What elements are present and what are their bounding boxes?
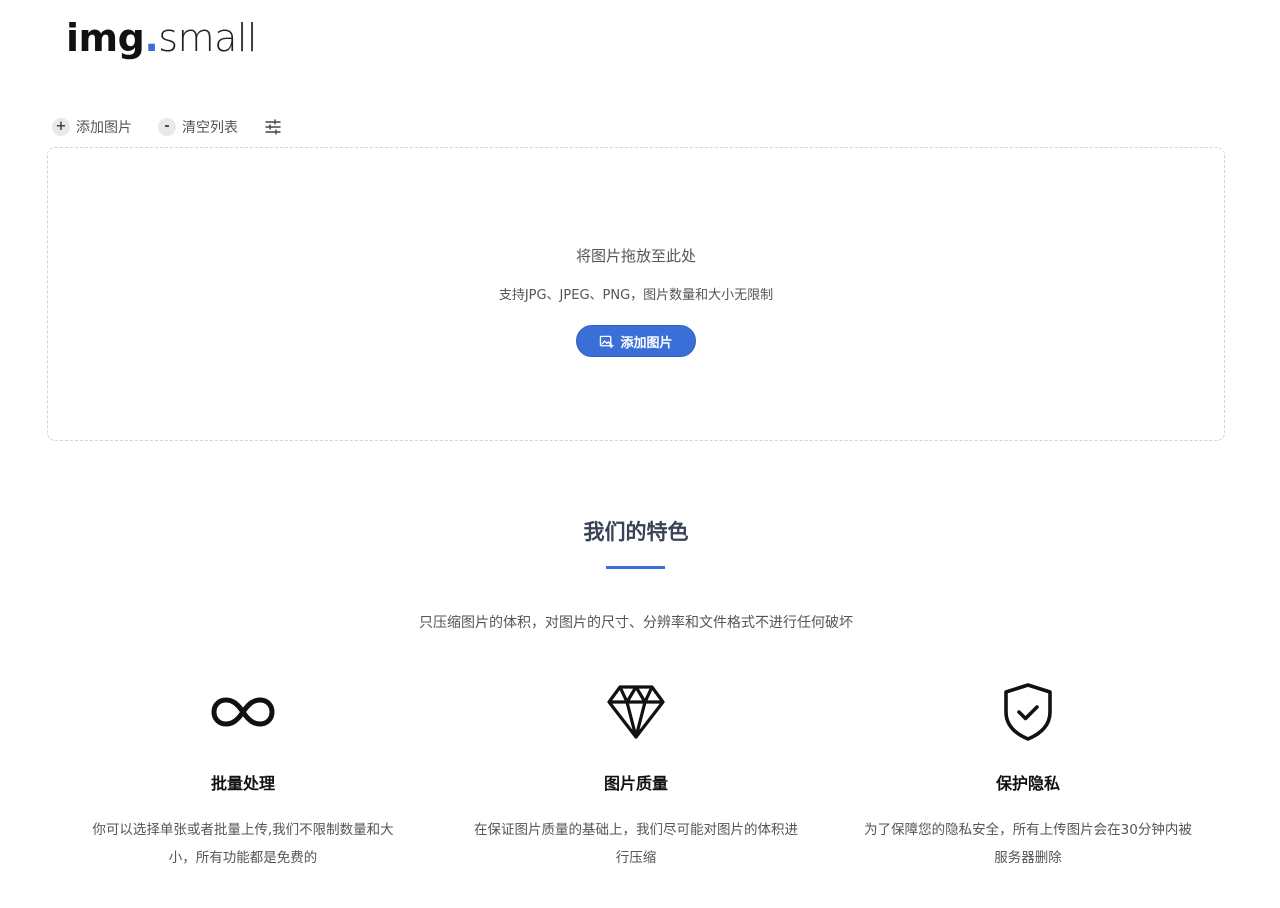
feature-batch-processing: 批量处理 你可以选择单张或者批量上传,我们不限制数量和大小，所有功能都是免费的 (73, 680, 413, 872)
minus-icon: - (158, 118, 176, 136)
logo-text-small: small (158, 16, 257, 60)
clear-list-label: 清空列表 (182, 120, 238, 136)
plus-icon: + (52, 118, 70, 136)
feature-title: 批量处理 (210, 774, 275, 793)
features-title-underline (606, 566, 665, 569)
drop-zone-title: 将图片拖放至此处 (575, 247, 696, 265)
drop-zone-subtitle: 支持JPG、JPEG、PNG，图片数量和大小无限制 (498, 288, 774, 303)
clear-list-button[interactable]: - 清空列表 (158, 117, 238, 137)
features-title: 我们的特色 (583, 520, 689, 544)
diamond-icon (607, 685, 665, 739)
feature-description: 在保证图片质量的基础上，我们尽可能对图片的体积进行压缩 (474, 822, 798, 866)
feature-description: 为了保障您的隐私安全，所有上传图片会在30分钟内被服务器删除 (864, 822, 1192, 866)
settings-sliders-icon[interactable] (264, 118, 282, 136)
feature-privacy: 保护隐私 为了保障您的隐私安全，所有上传图片会在30分钟内被服务器删除 (858, 680, 1198, 872)
add-image-icon (600, 335, 615, 348)
add-images-button[interactable]: 添加图片 (576, 325, 696, 357)
logo-text-img: img (66, 16, 145, 60)
drop-zone[interactable]: 将图片拖放至此处 支持JPG、JPEG、PNG，图片数量和大小无限制 添加图片 (47, 147, 1225, 441)
infinity-icon (211, 697, 275, 727)
feature-title: 图片质量 (603, 774, 668, 793)
add-images-toolbar-button[interactable]: + 添加图片 (52, 117, 132, 137)
logo-dot: . (144, 16, 159, 60)
feature-description: 你可以选择单张或者批量上传,我们不限制数量和大小，所有功能都是免费的 (92, 822, 394, 866)
logo[interactable]: img.small (66, 14, 257, 62)
feature-image-quality: 图片质量 在保证图片质量的基础上，我们尽可能对图片的体积进行压缩 (466, 680, 806, 872)
toolbar: + 添加图片 - 清空列表 (52, 116, 282, 138)
add-images-button-label: 添加图片 (620, 335, 673, 351)
features-subtitle: 只压缩图片的体积，对图片的尺寸、分辨率和文件格式不进行任何破坏 (419, 615, 853, 631)
add-images-label: 添加图片 (76, 120, 132, 136)
feature-title: 保护隐私 (995, 774, 1060, 793)
shield-check-icon (1004, 683, 1052, 741)
